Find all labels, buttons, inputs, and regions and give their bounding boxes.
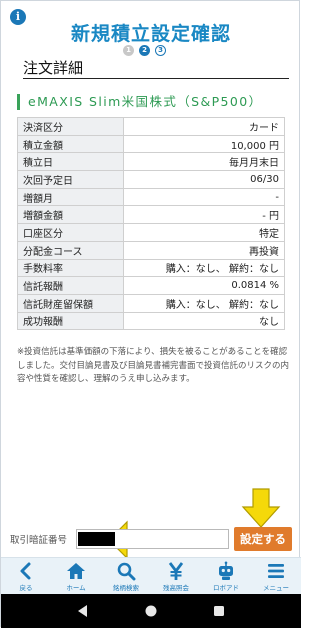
row-label: 積立金額: [17, 134, 124, 154]
nav-label: 戻る: [19, 584, 33, 592]
nav-label: ロボアド: [213, 584, 239, 592]
row-label: 次回予定日: [17, 170, 124, 189]
nav-item-back[interactable]: 戻る: [1, 558, 51, 594]
search-icon: [117, 562, 136, 581]
row-label: 口座区分: [17, 223, 124, 242]
page-title: 新規積立設定確認: [70, 23, 231, 45]
row-value: 毎月月末日: [123, 152, 285, 172]
row-label: 信託財産留保額: [17, 293, 124, 313]
table-row: 分配金コース 再投資: [17, 240, 285, 260]
home-icon: [67, 563, 85, 579]
row-value: 再投資: [123, 240, 285, 260]
menu-icon: [268, 564, 284, 578]
yellow-arrow-down-icon: [241, 488, 281, 528]
row-value: -: [123, 187, 285, 207]
table-row: 増額金額 - 円: [17, 205, 285, 225]
system-home-icon[interactable]: [144, 604, 158, 618]
table-row: 手数料率 購入：なし、 解約：なし: [17, 258, 285, 278]
nav-item-home[interactable]: ホーム: [51, 558, 101, 594]
row-value: - 円: [123, 205, 285, 225]
table-row: 信託財産留保額 購入：なし、 解約：なし: [17, 293, 285, 313]
nav-item-balance[interactable]: 残高照会: [151, 558, 201, 594]
table-row: 次回予定日 06/30: [17, 170, 285, 189]
row-label: 分配金コース: [17, 240, 124, 260]
nav-label: ホーム: [66, 584, 86, 592]
step-2: 2: [139, 45, 150, 56]
pin-input[interactable]: [76, 529, 229, 549]
row-label: 手数料率: [17, 258, 124, 278]
risk-notice: ※投資信託は基準価額の下落により、損失を被ることがあることを確認しました。交付目…: [17, 347, 290, 384]
row-value: 特定: [123, 223, 285, 242]
table-row: 成功報酬 なし: [17, 311, 285, 331]
row-label: 信託報酬: [17, 276, 124, 295]
step-3: 3: [155, 45, 166, 56]
nav-label: メニュー: [263, 584, 289, 592]
app-screen: i 新規積立設定確認 1 2 3 注文詳細 eMAXIS Slim米国株式（S&…: [0, 0, 301, 628]
nav-item-search[interactable]: 銘柄検索: [101, 558, 151, 594]
back-icon: [20, 562, 31, 580]
nav-item-menu[interactable]: メニュー: [251, 558, 301, 594]
row-label: 積立日: [17, 152, 124, 172]
pin-mask: [78, 532, 115, 546]
system-nav-bar: [1, 594, 301, 628]
system-back-icon[interactable]: [76, 604, 90, 618]
section-title: 注文詳細: [23, 59, 84, 77]
yen-icon: [168, 562, 184, 580]
bottom-nav: 戻る ホーム 銘柄検索 残高照会 ロボアド メニュー: [1, 557, 301, 594]
row-label: 増額月: [17, 187, 124, 207]
row-value: なし: [123, 311, 285, 331]
submit-button[interactable]: 設定する: [234, 527, 292, 551]
row-label: 成功報酬: [17, 311, 124, 331]
system-recents-icon[interactable]: [212, 604, 226, 618]
table-row: 増額月 -: [17, 187, 285, 207]
row-value: 購入：なし、 解約：なし: [123, 258, 285, 278]
pin-label: 取引暗証番号: [10, 535, 68, 546]
step-indicator: 1 2 3: [123, 45, 166, 56]
row-value: 0.0814 %: [123, 276, 285, 295]
row-value: 購入：なし、 解約：なし: [123, 293, 285, 313]
row-label: 決済区分: [17, 117, 124, 136]
section-divider: [23, 78, 289, 79]
table-row: 信託報酬 0.0814 %: [17, 276, 285, 295]
nav-label: 銘柄検索: [113, 584, 139, 592]
row-value: カード: [123, 117, 285, 136]
fund-name: eMAXIS Slim米国株式（S&P500）: [17, 94, 263, 110]
table-row: 口座区分 特定: [17, 223, 285, 242]
table-row: 決済区分 カード: [17, 117, 285, 136]
nav-label: 残高照会: [163, 584, 189, 592]
row-label: 増額金額: [17, 205, 124, 225]
row-value: 10,000 円: [123, 134, 285, 154]
order-detail-table: 決済区分 カード 積立金額 10,000 円 積立日 毎月月末日 次回予定日 06/30…: [17, 117, 285, 331]
table-row: 積立金額 10,000 円: [17, 134, 285, 154]
step-1: 1: [123, 45, 134, 56]
row-value: 06/30: [123, 170, 285, 189]
nav-item-roboad[interactable]: ロボアド: [201, 558, 251, 594]
table-row: 積立日 毎月月末日: [17, 152, 285, 172]
robot-icon: [219, 561, 233, 580]
